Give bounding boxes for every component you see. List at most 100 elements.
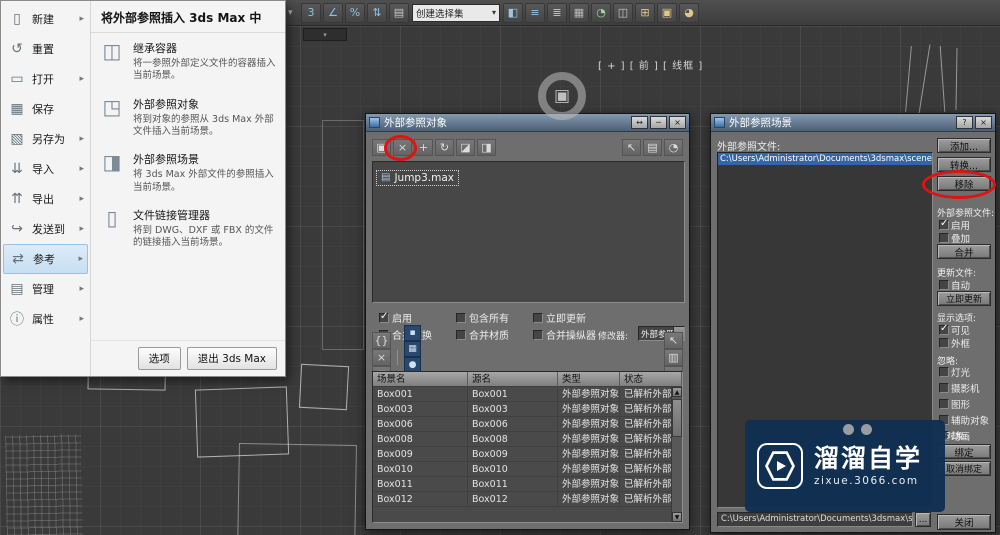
merge-materials-checkbox[interactable]: 合并材质 — [456, 327, 533, 342]
graphite-ribbon-icon[interactable]: ▦ — [569, 3, 589, 23]
angle-snap-icon[interactable]: ∠ — [323, 3, 343, 23]
expand-all-icon[interactable]: {} — [372, 332, 391, 349]
menu-item-properties[interactable]: ⓘ 属性 — [3, 304, 88, 334]
menu-item-references[interactable]: ⇄ 参考 — [3, 244, 88, 274]
table-row[interactable]: Box012 Box012 外部参照对象 已解析外部参照 — [373, 492, 682, 507]
ignore-helpers-checkbox[interactable]: 辅助对象 — [939, 413, 989, 427]
checkbox-label: 外框 — [951, 336, 970, 350]
table-row[interactable]: Box008 Box008 外部参照对象 已解析外部参照 — [373, 432, 682, 447]
submenu-item-file-link-manager[interactable]: ▯ 文件链接管理器 将到 DWG、DXF 或 FBX 的文件的链接插入当前场景。 — [91, 200, 285, 256]
visible-checkbox[interactable]: 可见 — [939, 323, 970, 337]
rendered-frame-window-icon[interactable]: ▣ — [657, 3, 677, 23]
edit-named-selection-sets-icon[interactable]: ▤ — [389, 3, 409, 23]
named-selection-set-combo[interactable]: 创建选择集 — [412, 4, 500, 22]
select-by-name-icon[interactable]: ▥ — [664, 349, 683, 366]
close-icon[interactable]: × — [669, 116, 686, 129]
table-row[interactable]: Box010 Box010 外部参照对象 已解析外部参照 — [373, 462, 682, 477]
menu-item-export[interactable]: ⇈ 导出 — [3, 184, 88, 214]
mirror-icon[interactable]: ◧ — [503, 3, 523, 23]
cell-type: 外部参照对象 — [558, 417, 620, 432]
table-row[interactable]: Box003 Box003 外部参照对象 已解析外部参照 — [373, 402, 682, 417]
menu-item-reset[interactable]: ↺ 重置 — [3, 34, 88, 64]
column-status[interactable]: 状态 — [620, 372, 682, 387]
ignore-shapes-checkbox[interactable]: 图形 — [939, 397, 989, 411]
viewport-label[interactable]: [ + ] [ 前 ] [ 线框 ] — [598, 57, 703, 72]
select-cursor-icon[interactable]: ↖ — [622, 139, 641, 156]
checkbox-box — [533, 330, 543, 340]
update-now-button[interactable]: 立即更新 — [937, 291, 991, 306]
column-scene-name[interactable]: 场景名 — [373, 372, 468, 387]
browse-button[interactable]: ... — [915, 512, 931, 527]
flyout-arrow-icon[interactable]: ▾ — [288, 8, 298, 18]
select-cursor-icon[interactable]: ↖ — [664, 332, 683, 349]
show-objects-toggle[interactable]: ▪ — [404, 325, 421, 341]
merge-xref-icon[interactable]: ◪ — [456, 139, 475, 156]
xref-objects-dialog: 外部参照对象 ↔─× ▣×+↻◪◨ ↖▤◔ ▤ Jump3.max — [365, 113, 690, 530]
scroll-up-icon[interactable]: ▲ — [672, 387, 682, 397]
xref-file-entry[interactable]: ▤ Jump3.max — [376, 170, 459, 186]
table-row[interactable]: Box011 Box011 外部参照对象 已解析外部参照 — [373, 477, 682, 492]
minimize-icon[interactable]: ─ — [650, 116, 667, 129]
menu-item-import[interactable]: ⇊ 导入 — [3, 154, 88, 184]
menu-item-send-to[interactable]: ↪ 发送到 — [3, 214, 88, 244]
table-scrollbar[interactable]: ▲ ▼ — [671, 387, 682, 522]
column-type[interactable]: 类型 — [558, 372, 620, 387]
ignore-cameras-checkbox[interactable]: 摄影机 — [939, 381, 989, 395]
select-by-name-icon[interactable]: ▤ — [643, 139, 662, 156]
spinner-snap-icon[interactable]: ⇅ — [367, 3, 387, 23]
menu-item-manage[interactable]: ▤ 管理 — [3, 274, 88, 304]
box-checkbox[interactable]: 外框 — [939, 336, 970, 350]
close-button[interactable]: 关闭 — [937, 514, 991, 530]
scrollbar-thumb[interactable] — [672, 399, 682, 437]
merge-button[interactable]: 合并 — [937, 244, 991, 259]
schematic-view-icon[interactable]: ◫ — [613, 3, 633, 23]
menu-item-new[interactable]: ▯ 新建 — [3, 4, 88, 34]
table-row[interactable]: Box006 Box006 外部参照对象 已解析外部参照 — [373, 417, 682, 432]
update-now-checkbox[interactable]: 立即更新 — [533, 310, 610, 325]
render-production-icon[interactable]: ◕ — [679, 3, 699, 23]
xref-scenes-titlebar[interactable]: 外部参照场景 ?× — [711, 114, 995, 132]
submenu-item-xref-scene[interactable]: ◨ 外部参照场景 将 3ds Max 外部文件的参照插入当前场景。 — [91, 144, 285, 200]
exit-3dsmax-button[interactable]: 退出 3ds Max — [187, 347, 277, 370]
align-icon[interactable]: ≡ — [525, 3, 545, 23]
render-setup-icon[interactable]: ⊞ — [635, 3, 655, 23]
submenu-item-xref-objects[interactable]: ◳ 外部参照对象 将到对象的参照从 3ds Max 外部文件插入当前场景。 — [91, 89, 285, 145]
table-row[interactable]: Box001 Box001 外部参照对象 已解析外部参照 — [373, 387, 682, 402]
ribbon-mini-bar[interactable] — [303, 28, 347, 41]
bind-button[interactable]: 绑定 — [937, 444, 991, 459]
xref-entities-table[interactable]: 场景名 源名 类型 状态 Box001 Box001 外部参照对象 已解析外部参… — [372, 371, 683, 523]
column-source-name[interactable]: 源名 — [468, 372, 558, 387]
highlight-icon[interactable]: ◔ — [664, 139, 683, 156]
menu-item-open[interactable]: ▭ 打开 — [3, 64, 88, 94]
menu-item-save-as[interactable]: ▧ 另存为 — [3, 124, 88, 154]
snap-toggle-3d-icon[interactable]: 3 — [301, 3, 321, 23]
xref-path-field[interactable]: C:\Users\Administrator\Documents\3dsmax\… — [717, 512, 913, 527]
options-button[interactable]: 选项 — [138, 347, 181, 370]
delete-object-icon[interactable]: × — [372, 349, 391, 366]
xref-objects-titlebar[interactable]: 外部参照对象 ↔─× — [366, 114, 689, 132]
submenu-item-inherit-container[interactable]: ◫ 继承容器 将一参照外部定义文件的容器插入当前场景。 — [91, 33, 285, 89]
close-icon[interactable]: × — [975, 116, 992, 129]
enable-checkbox[interactable]: 启用 — [379, 310, 456, 325]
selected-xref-file[interactable]: C:\Users\Administrator\Documents\3dsmax\… — [718, 153, 932, 165]
enabled-checkbox[interactable]: 启用 — [939, 218, 970, 232]
include-all-checkbox[interactable]: 包含所有 — [456, 310, 533, 325]
unbind-button[interactable]: 取消绑定 — [937, 461, 991, 476]
menu-item-label: 参考 — [33, 251, 55, 267]
layer-manager-icon[interactable]: ≣ — [547, 3, 567, 23]
percent-snap-icon[interactable]: % — [345, 3, 365, 23]
menu-item-save[interactable]: ▦ 保存 — [3, 94, 88, 124]
help-icon[interactable]: ? — [956, 116, 973, 129]
add-button[interactable]: 添加... — [937, 138, 991, 153]
automatic-checkbox[interactable]: 自动 — [939, 278, 970, 292]
ignore-lights-checkbox[interactable]: 灯光 — [939, 365, 989, 379]
scroll-down-icon[interactable]: ▼ — [672, 512, 682, 522]
show-materials-toggle[interactable]: ▦ — [404, 341, 421, 357]
xref-file-list[interactable]: ▤ Jump3.max — [372, 161, 685, 303]
curve-editor-icon[interactable]: ◔ — [591, 3, 611, 23]
convert-xref-icon[interactable]: ◨ — [477, 139, 496, 156]
update-xref-icon[interactable]: ↻ — [435, 139, 454, 156]
dock-icon[interactable]: ↔ — [631, 116, 648, 129]
overlay-checkbox[interactable]: 叠加 — [939, 231, 970, 245]
table-row[interactable]: Box009 Box009 外部参照对象 已解析外部参照 — [373, 447, 682, 462]
